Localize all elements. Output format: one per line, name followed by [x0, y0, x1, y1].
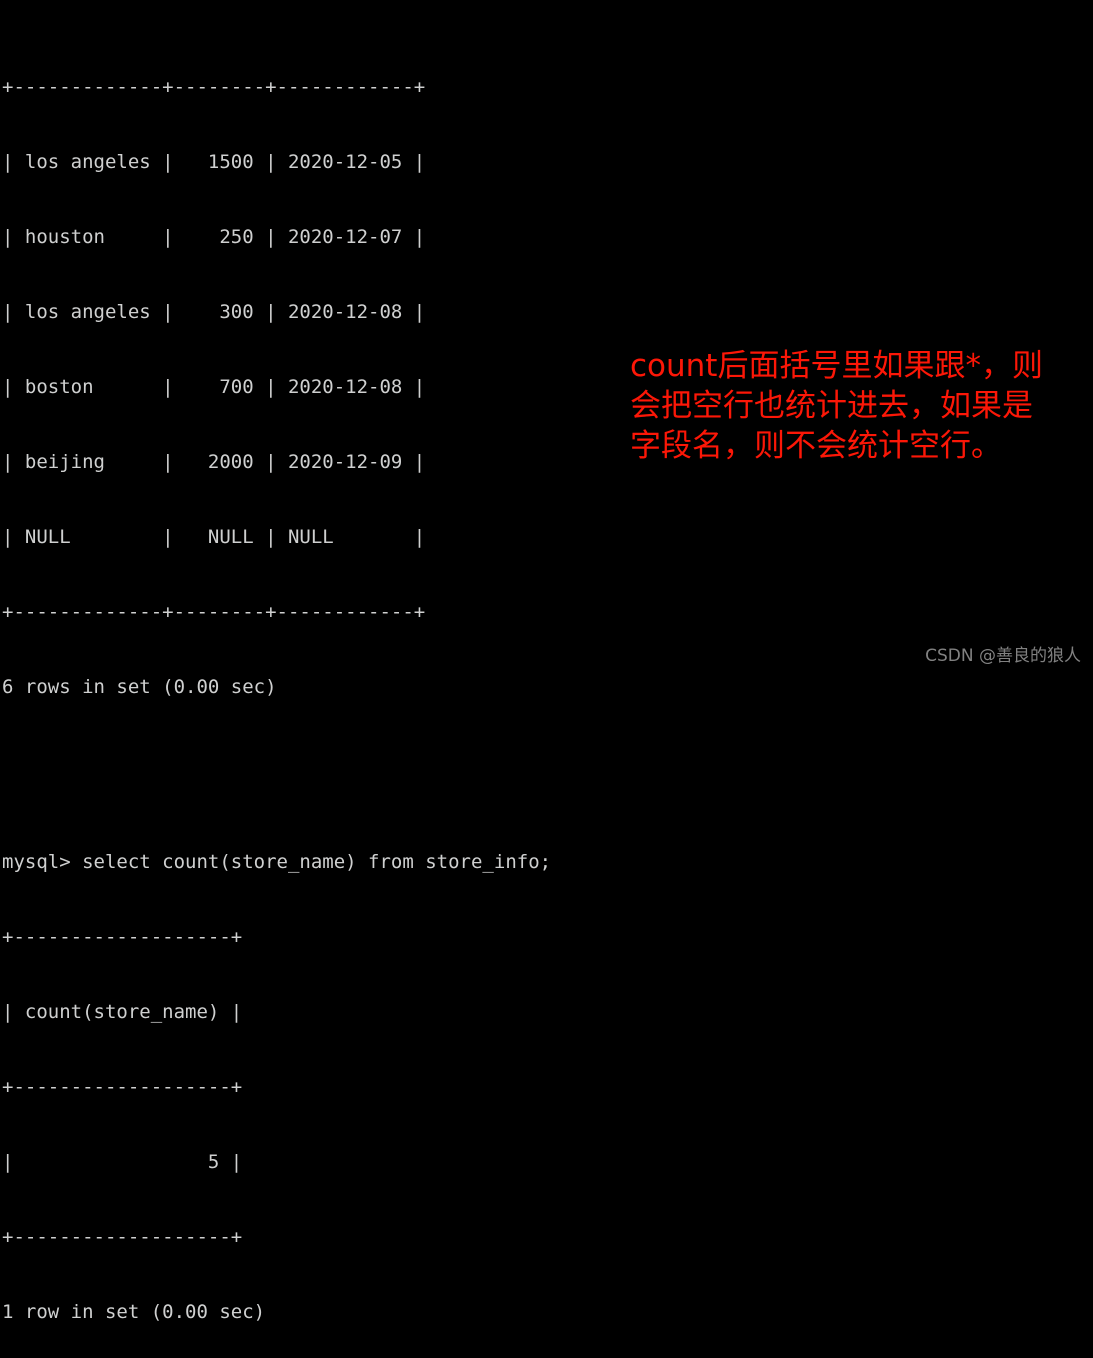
table-separator-top: +-------------------+ — [2, 926, 243, 948]
table-separator-bottom: +-------------+--------+------------+ — [2, 601, 426, 623]
terminal-window[interactable]: +-------------+--------+------------+ | … — [0, 0, 1093, 1323]
annotation-line: count后面括号里如果跟*，则 — [630, 348, 1043, 384]
table-row: | houston | 250 | 2020-12-07 | — [2, 226, 426, 248]
red-annotation-note: count后面括号里如果跟*，则 会把空行也统计进去，如果是 字段名，则不会统计… — [630, 346, 1085, 466]
annotation-line: 会把空行也统计进去，如果是 — [630, 388, 1033, 424]
table-value-row: | 5 | — [2, 1151, 243, 1173]
annotation-line: 字段名，则不会统计空行。 — [630, 428, 1002, 464]
table-separator-bottom: +-------------------+ — [2, 1226, 243, 1248]
csdn-watermark: CSDN @善良的狼人 — [925, 646, 1081, 666]
table-separator-top: +-------------+--------+------------+ — [2, 76, 426, 98]
table-header-row: | count(store_name) | — [2, 1001, 243, 1023]
result-status: 1 row in set (0.00 sec) — [2, 1301, 266, 1323]
table-row: | los angeles | 1500 | 2020-12-05 | — [2, 151, 426, 173]
table-separator-mid: +-------------------+ — [2, 1076, 243, 1098]
table-row: | los angeles | 300 | 2020-12-08 | — [2, 301, 426, 323]
table-row: | NULL | NULL | NULL | — [2, 526, 426, 548]
query-line-count-store-name: mysql> select count(store_name) from sto… — [2, 851, 552, 873]
